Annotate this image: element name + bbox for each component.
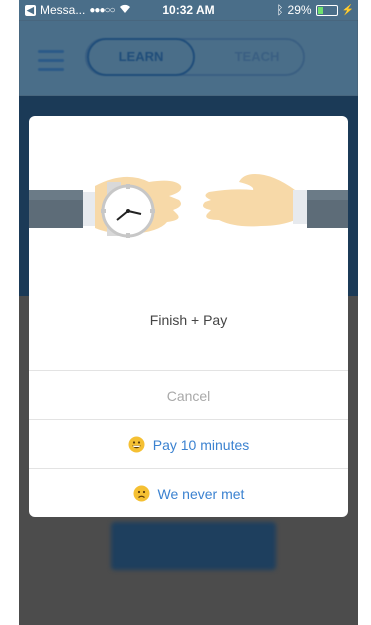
never-met-label: We never met <box>157 485 245 502</box>
battery-fill <box>317 6 323 14</box>
dialog-title: Finish + Pay <box>149 312 228 328</box>
handshake-illustration <box>29 156 348 296</box>
never-met-button[interactable]: We never met <box>29 468 348 517</box>
mode-segmented-control: LEARN TEACH <box>85 38 305 76</box>
battery-percent: 29% <box>287 3 312 17</box>
phone-screen: ◀ Messa... ●●●○○ 10:32 AM ᛒ 29% ⚡ LEARN … <box>19 0 358 625</box>
app-header: LEARN TEACH <box>19 20 358 96</box>
pay-minutes-button[interactable]: Pay 10 minutes <box>29 419 348 469</box>
status-bar: ◀ Messa... ●●●○○ 10:32 AM ᛒ 29% ⚡ <box>19 0 358 20</box>
bluetooth-icon: ᛒ <box>276 3 284 17</box>
tab-teach[interactable]: TEACH <box>207 40 307 74</box>
pay-minutes-label: Pay 10 minutes <box>152 436 250 453</box>
charging-icon: ⚡ <box>341 4 354 16</box>
grinning-face-icon <box>128 436 145 453</box>
cancel-label: Cancel <box>166 387 211 404</box>
background-button <box>111 522 276 570</box>
menu-icon[interactable] <box>38 50 64 77</box>
tab-learn[interactable]: LEARN <box>87 38 195 76</box>
slightly-frowning-face-icon <box>133 485 150 502</box>
finish-pay-dialog: Finish + Pay Cancel Pay 10 minutes We ne… <box>29 116 348 517</box>
battery-icon <box>315 4 338 16</box>
cancel-button[interactable]: Cancel <box>29 370 348 420</box>
status-right: ᛒ 29% ⚡ <box>276 3 354 17</box>
